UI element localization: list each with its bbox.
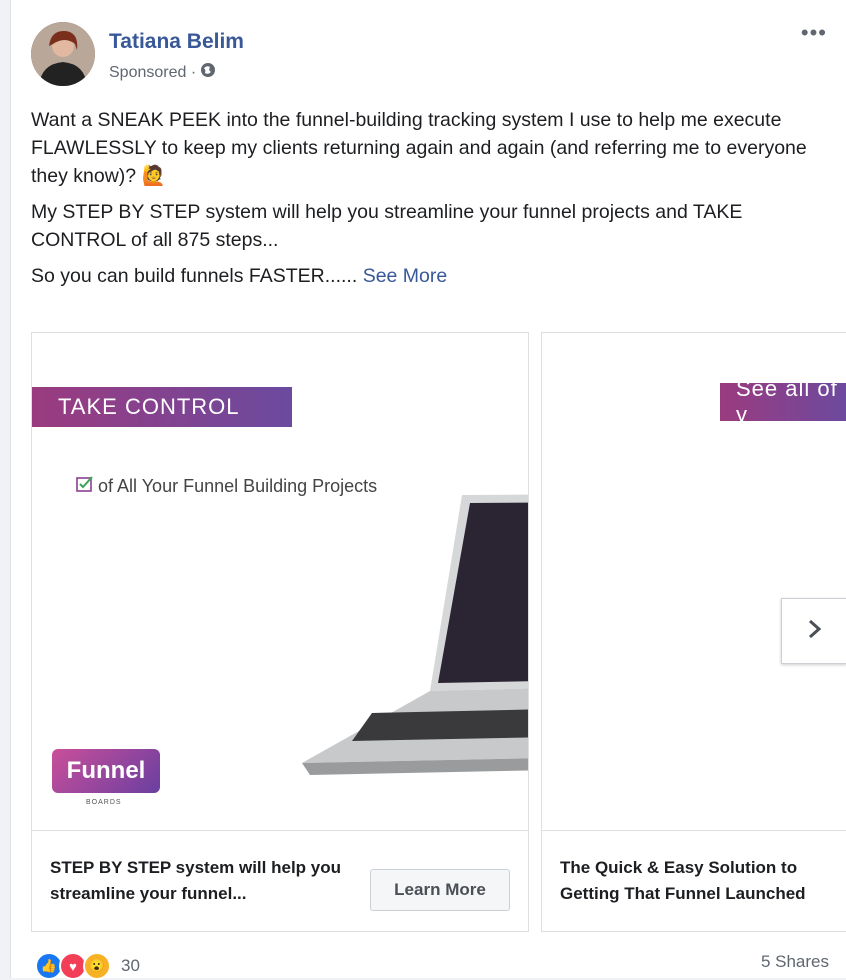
author-avatar[interactable] bbox=[31, 22, 95, 86]
sponsored-post: Tatiana Belim Sponsored · ••• Want a SNE… bbox=[10, 0, 846, 980]
funnel-boards-sublabel: BOARDS bbox=[86, 799, 122, 806]
carousel-next-button[interactable] bbox=[781, 598, 846, 664]
post-meta: Sponsored · bbox=[109, 62, 216, 83]
card-image[interactable]: See all of y bbox=[542, 333, 846, 830]
see-more-link[interactable]: See More bbox=[363, 265, 448, 287]
sponsored-label[interactable]: Sponsored · bbox=[109, 64, 196, 82]
wow-reaction-icon: 😮 bbox=[83, 952, 111, 980]
funnel-boards-logo: Funnel bbox=[52, 749, 160, 793]
raising-hand-emoji: 🙋 bbox=[141, 165, 166, 187]
learn-more-button[interactable]: Learn More bbox=[370, 869, 510, 911]
post-paragraph-3: So you can build funnels FASTER...... bbox=[31, 265, 358, 287]
author-name[interactable]: Tatiana Belim bbox=[109, 30, 244, 54]
card-footer: The Quick & Easy Solution to Getting Tha… bbox=[542, 830, 846, 932]
card-banner: See all of y bbox=[720, 376, 846, 427]
ad-carousel: TAKE CONTROL of All Your Funnel Building… bbox=[31, 332, 846, 932]
globe-icon bbox=[200, 62, 216, 83]
post-text: Want a SNEAK PEEK into the funnel-buildi… bbox=[31, 106, 831, 298]
share-count[interactable]: 5 Shares bbox=[761, 952, 829, 972]
reaction-summary[interactable]: 👍 ♥ 😮 30 bbox=[35, 952, 140, 980]
card-image[interactable]: TAKE CONTROL of All Your Funnel Building… bbox=[32, 333, 528, 830]
card-footer: STEP BY STEP system will help you stream… bbox=[32, 830, 528, 932]
card-headline[interactable]: The Quick & Easy Solution to Getting Tha… bbox=[560, 855, 846, 907]
carousel-card-1[interactable]: TAKE CONTROL of All Your Funnel Building… bbox=[31, 332, 529, 932]
post-paragraph-2: My STEP BY STEP system will help you str… bbox=[31, 201, 743, 251]
card-headline[interactable]: STEP BY STEP system will help you stream… bbox=[50, 855, 350, 907]
chevron-right-icon bbox=[803, 618, 825, 645]
more-options-icon[interactable]: ••• bbox=[801, 22, 827, 44]
reaction-count: 30 bbox=[121, 956, 140, 975]
